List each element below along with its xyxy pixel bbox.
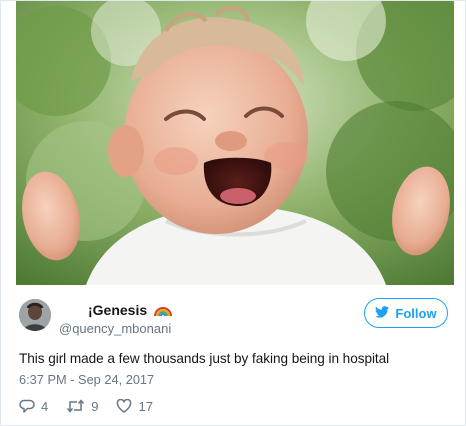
follow-button[interactable]: Follow	[364, 298, 448, 328]
author-name-text: ¡Genesis	[88, 302, 148, 318]
retweet-icon	[66, 399, 85, 413]
tweet-card: i ¡Genesis @quency_mbonani Follow	[0, 0, 466, 426]
tweet-text: This girl made a few thousands just by f…	[19, 351, 390, 366]
retweet-count: 9	[91, 398, 99, 414]
follow-label: Follow	[395, 305, 437, 321]
tweet-actions: 4 9 17	[19, 398, 171, 414]
tweet-photo[interactable]: i	[16, 1, 454, 285]
like-count: 17	[138, 398, 153, 414]
author-name[interactable]: ¡Genesis	[88, 302, 173, 320]
reply-button[interactable]: 4	[19, 399, 48, 414]
twitter-bird-icon	[375, 305, 390, 321]
reply-icon	[19, 399, 35, 414]
rainbow-icon	[154, 303, 173, 320]
reply-count: 4	[41, 398, 49, 414]
heart-icon	[116, 399, 132, 413]
retweet-button[interactable]: 9	[66, 399, 98, 414]
author-handle[interactable]: @quency_mbonani	[59, 321, 171, 336]
like-button[interactable]: 17	[116, 398, 153, 414]
tweet-timestamp[interactable]: 6:37 PM - Sep 24, 2017	[19, 372, 154, 387]
avatar[interactable]	[19, 299, 51, 331]
